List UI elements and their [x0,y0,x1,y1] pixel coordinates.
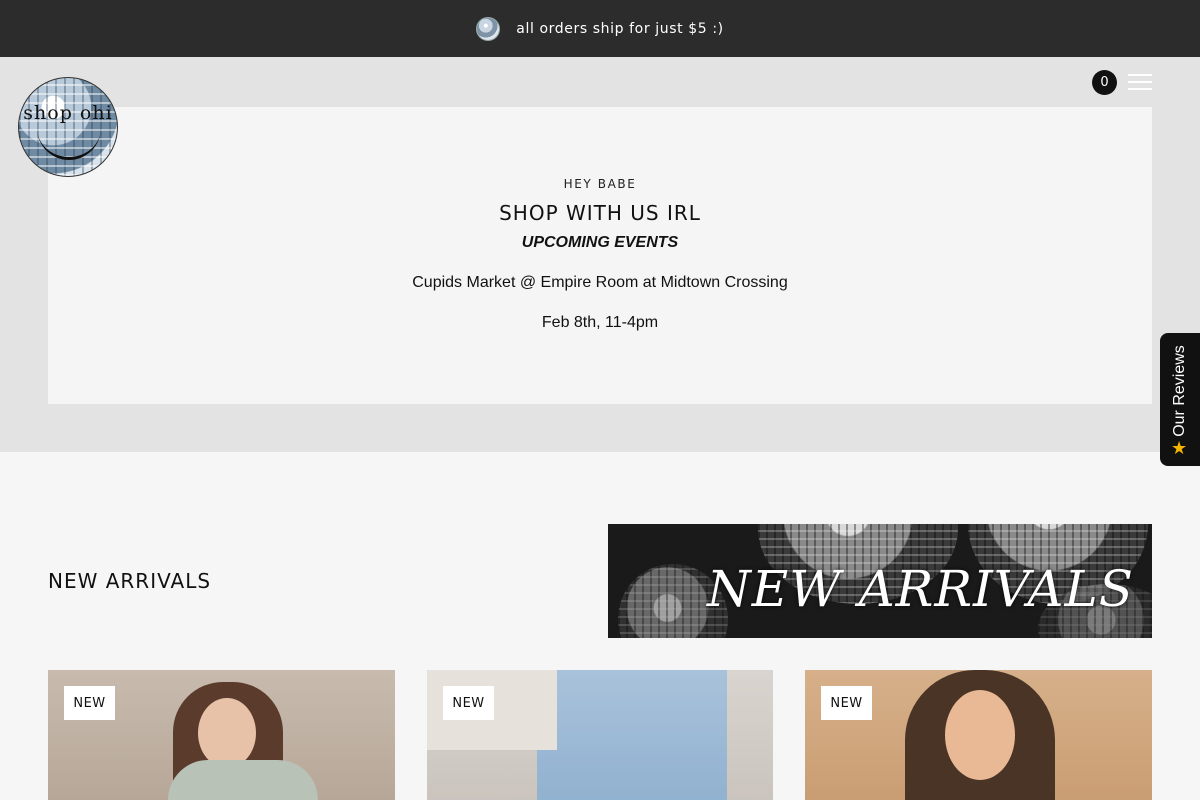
smile-icon [37,126,101,160]
product-image-face [198,698,256,768]
events-subtitle: UPCOMING EVENTS [521,234,679,251]
new-arrivals-title: NEW ARRIVALS [48,569,212,593]
logo-text: shop ohi [23,102,113,124]
hamburger-menu-icon[interactable] [1128,74,1152,90]
product-card[interactable]: NEW [805,670,1152,800]
events-eyebrow: HEY BABE [563,177,637,191]
disco-ball-icon [476,16,501,41]
product-image [537,670,727,800]
events-box: HEY BABE SHOP WITH US IRL UPCOMING EVENT… [48,107,1152,404]
reviews-tab[interactable]: Our Reviews ★ [1160,333,1200,466]
event-location: Cupids Market @ Empire Room at Midtown C… [412,274,788,291]
reviews-tab-label: Our Reviews [1171,345,1188,437]
new-badge: NEW [821,686,872,720]
star-icon: ★ [1171,438,1188,459]
new-badge: NEW [64,686,115,720]
product-card[interactable]: NEW [48,670,395,800]
store-logo[interactable]: shop ohi [18,77,118,177]
events-title: SHOP WITH US IRL [499,201,701,225]
events-section: HEY BABE SHOP WITH US IRL UPCOMING EVENT… [0,57,1200,452]
announcement-text: all orders ship for just $5 :) [516,20,724,37]
product-image-top [168,760,318,800]
cart-count-badge[interactable]: 0 [1092,70,1117,95]
product-image-face [945,690,1015,780]
new-badge: NEW [443,686,494,720]
banner-text: NEW ARRIVALS [707,560,1134,618]
product-card[interactable]: NEW [427,670,773,800]
announcement-bar: all orders ship for just $5 :) [0,0,1200,57]
new-arrivals-banner[interactable]: NEW ARRIVALS [608,524,1152,638]
event-date: Feb 8th, 11-4pm [541,314,659,331]
